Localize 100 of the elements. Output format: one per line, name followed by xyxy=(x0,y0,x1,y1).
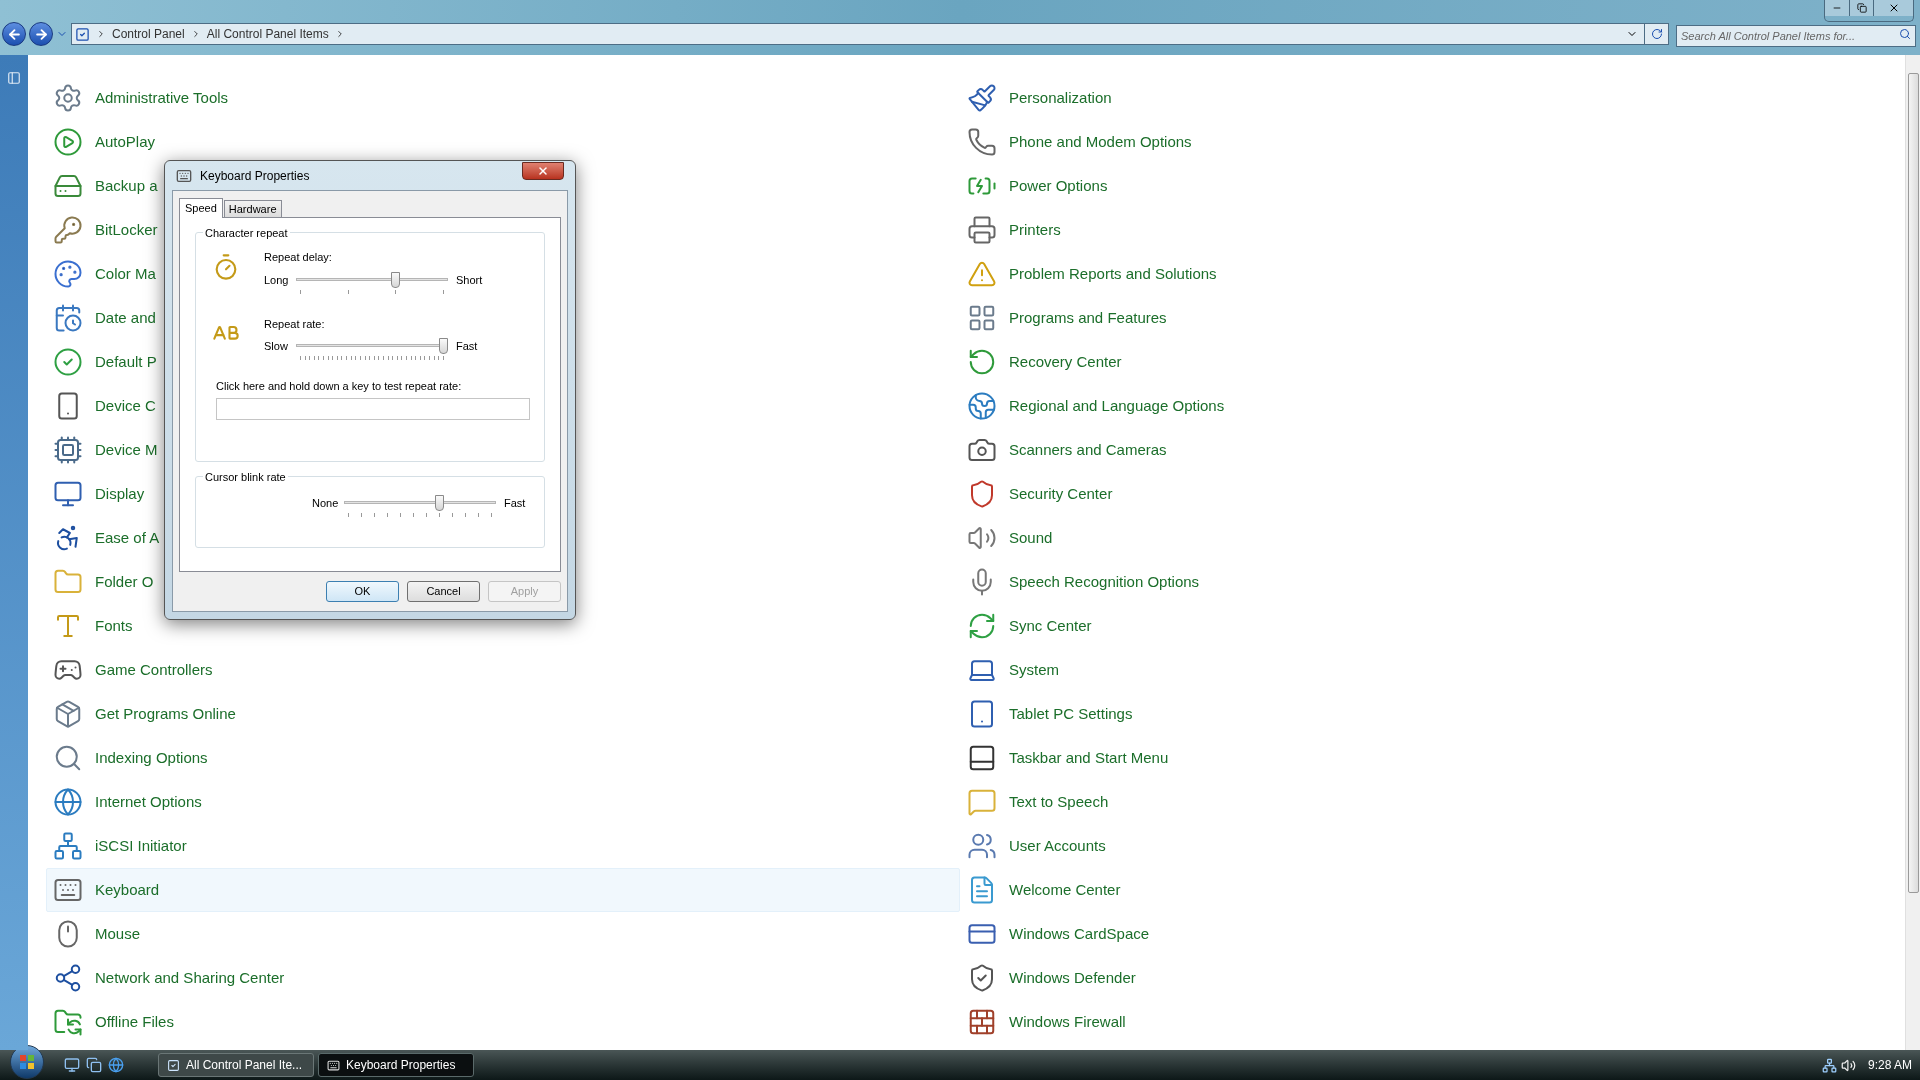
control-panel-item[interactable]: Personalization xyxy=(960,76,1115,120)
control-panel-item[interactable]: Administrative Tools xyxy=(46,76,232,120)
palette-icon xyxy=(53,259,83,289)
slider-thumb[interactable] xyxy=(434,495,444,511)
control-panel-item[interactable]: Regional and Language Options xyxy=(960,384,1228,428)
control-panel-item[interactable]: Backup a xyxy=(46,164,161,208)
globe-icon xyxy=(53,787,83,817)
control-panel-item[interactable]: Programs and Features xyxy=(960,296,1170,340)
dialog-button[interactable]: OK xyxy=(326,581,399,602)
control-panel-item[interactable]: Offline Files xyxy=(46,1000,177,1044)
control-panel-item[interactable]: Scanners and Cameras xyxy=(960,428,1170,472)
item-label: Network and Sharing Center xyxy=(95,967,285,988)
share-icon xyxy=(53,963,83,993)
test-input-field[interactable] xyxy=(216,397,530,420)
control-panel-item[interactable]: Fonts xyxy=(46,604,136,648)
control-panel-item[interactable]: Network and Sharing Center xyxy=(46,956,288,1000)
control-panel-item[interactable]: Security Center xyxy=(960,472,1116,516)
control-panel-item[interactable]: Text to Speech xyxy=(960,780,1112,824)
control-panel-item[interactable]: Speech Recognition Options xyxy=(960,560,1203,604)
breadcrumb[interactable]: Control Panel xyxy=(112,25,185,43)
item-label: Scanners and Cameras xyxy=(1009,439,1167,460)
globe-icon[interactable] xyxy=(108,1057,124,1073)
item-label: Windows Defender xyxy=(1009,967,1136,988)
chevron-icon xyxy=(96,29,106,39)
control-panel-item[interactable]: Recovery Center xyxy=(960,340,1125,384)
control-panel-item[interactable]: Taskbar and Start Menu xyxy=(960,736,1172,780)
search-icon xyxy=(53,743,83,773)
control-panel-item[interactable]: Welcome Center xyxy=(960,868,1124,912)
item-label: Indexing Options xyxy=(95,747,208,768)
network-icon xyxy=(53,831,83,861)
taskbar-button[interactable]: All Control Panel Ite... xyxy=(158,1053,314,1077)
control-panel-item[interactable]: User Accounts xyxy=(960,824,1109,868)
control-panel-item[interactable]: Default P xyxy=(46,340,160,384)
control-panel-item[interactable]: iSCSI Initiator xyxy=(46,824,190,868)
control-panel-item[interactable]: System xyxy=(960,648,1062,692)
control-panel-item[interactable]: Display xyxy=(46,472,148,516)
chip-icon xyxy=(53,435,83,465)
restore-button[interactable] xyxy=(1849,0,1873,16)
control-panel-item[interactable]: Color Ma xyxy=(46,252,159,296)
control-panel-item[interactable]: Indexing Options xyxy=(46,736,211,780)
item-label: Internet Options xyxy=(95,791,202,812)
item-label: Security Center xyxy=(1009,483,1113,504)
control-panel-item[interactable]: Printers xyxy=(960,208,1064,252)
item-label: Tablet PC Settings xyxy=(1009,703,1133,724)
control-panel-item[interactable]: Game Controllers xyxy=(46,648,216,692)
sync-icon xyxy=(967,611,997,641)
slider-thumb[interactable] xyxy=(438,338,448,354)
control-panel-item[interactable]: Device C xyxy=(46,384,159,428)
control-panel-item[interactable]: Device M xyxy=(46,428,161,472)
item-label: Date and xyxy=(95,307,156,328)
control-panel-item[interactable]: Keyboard xyxy=(46,868,960,912)
start-button[interactable] xyxy=(10,1045,44,1079)
minimize-button[interactable] xyxy=(1825,0,1849,16)
control-panel-item[interactable]: Date and xyxy=(46,296,159,340)
clock: 9:28 AM xyxy=(1867,1057,1912,1074)
search-icon xyxy=(1899,28,1911,40)
paintbrush-icon xyxy=(967,83,997,113)
item-label: BitLocker xyxy=(95,219,158,240)
scrollbar[interactable] xyxy=(1905,55,1920,1050)
control-panel-item[interactable]: Power Options xyxy=(960,164,1111,208)
breadcrumb[interactable]: All Control Panel Items xyxy=(206,25,329,43)
control-panel-item[interactable]: Get Programs Online xyxy=(46,692,239,736)
search-field[interactable]: Search All Control Panel Items for... xyxy=(1676,25,1916,47)
control-panel-item[interactable]: Mouse xyxy=(46,912,144,956)
tab[interactable]: Speed xyxy=(179,198,223,218)
dialog-title: Keyboard Properties xyxy=(200,167,310,185)
close-button[interactable] xyxy=(522,161,564,180)
control-panel-item[interactable]: Phone and Modem Options xyxy=(960,120,1195,164)
tab[interactable]: Hardware xyxy=(223,200,282,217)
taskbar-button[interactable]: Keyboard Properties xyxy=(318,1053,474,1077)
control-panel-item[interactable]: Ease of A xyxy=(46,516,163,560)
keyboard-icon xyxy=(176,167,192,184)
monitor-icon xyxy=(53,479,83,509)
gear-icon xyxy=(53,83,83,113)
item-label: Device M xyxy=(95,439,158,460)
control-panel-item[interactable]: Sync Center xyxy=(960,604,1095,648)
slider-thumb[interactable] xyxy=(391,271,401,288)
control-panel-item[interactable]: AutoPlay xyxy=(46,120,159,164)
calendar-icon xyxy=(53,303,83,333)
control-panel-item[interactable]: Sound xyxy=(960,516,1056,560)
item-label: Problem Reports and Solutions xyxy=(1009,263,1217,284)
desktop-icon[interactable] xyxy=(64,1057,80,1073)
control-panel-item[interactable]: Problem Reports and Solutions xyxy=(960,252,1220,296)
control-panel-item[interactable]: Windows Firewall xyxy=(960,1000,1129,1044)
control-panel-item[interactable]: Windows Defender xyxy=(960,956,1139,1000)
control-panel-item[interactable]: Windows CardSpace xyxy=(960,912,1153,956)
control-panel-item[interactable]: Folder O xyxy=(46,560,157,604)
forward-button[interactable] xyxy=(29,22,53,46)
key-icon xyxy=(53,215,83,245)
dialog-button[interactable]: Cancel xyxy=(407,581,480,602)
back-button[interactable] xyxy=(2,22,26,46)
play-icon xyxy=(53,127,83,157)
scrollbar-thumb[interactable] xyxy=(1907,73,1919,893)
control-panel-item[interactable]: Internet Options xyxy=(46,780,205,824)
address-bar[interactable]: Control Panel All Control Panel Items xyxy=(71,23,1669,45)
keyboard-icon xyxy=(327,1058,340,1072)
control-panel-item[interactable]: BitLocker xyxy=(46,208,161,252)
control-panel-item[interactable]: Tablet PC Settings xyxy=(960,692,1136,736)
slider-label: Repeat rate: xyxy=(264,316,326,332)
check-circle-icon xyxy=(53,347,83,377)
